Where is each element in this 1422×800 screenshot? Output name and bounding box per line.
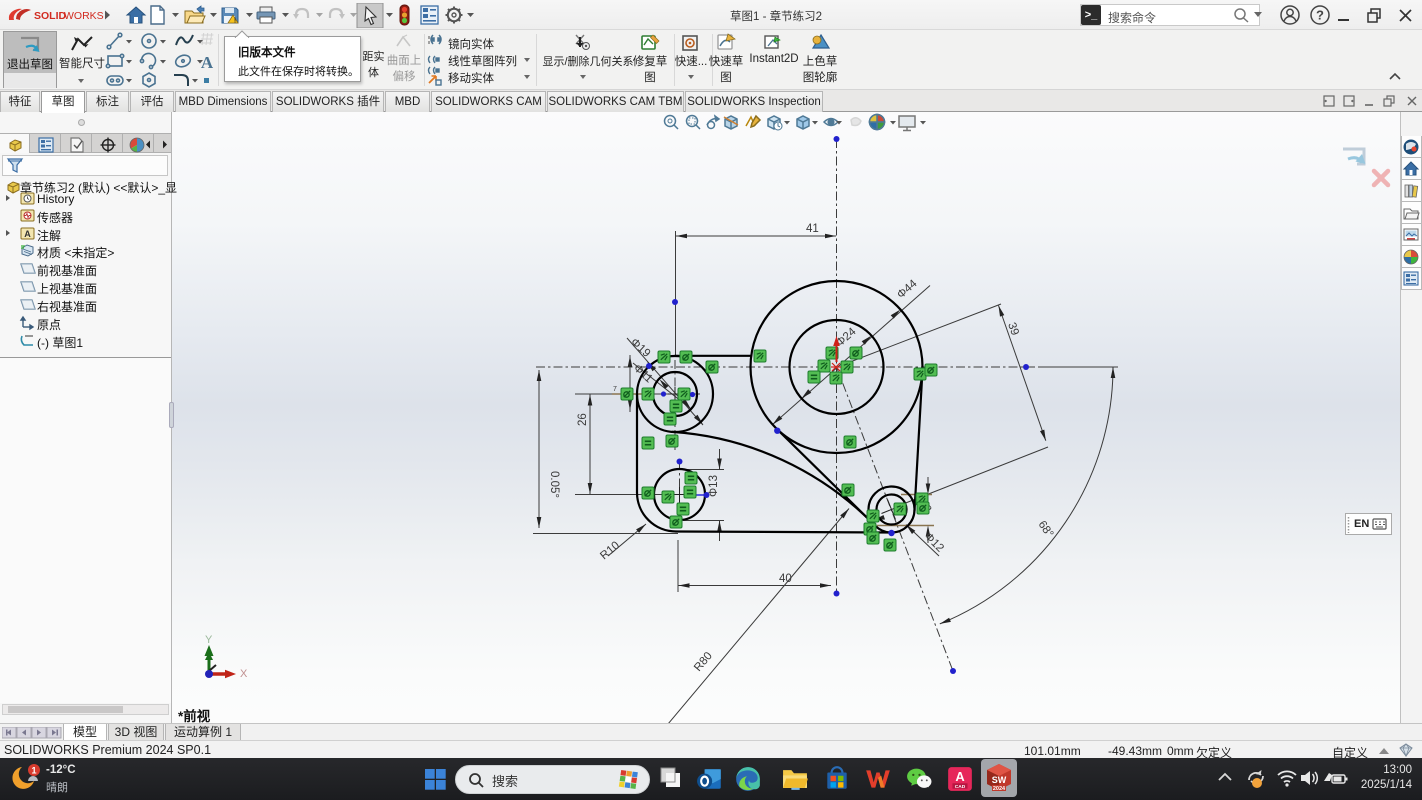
svg-text:X: X	[240, 668, 248, 680]
svg-text:CAD: CAD	[955, 784, 966, 790]
svg-text:SOLID: SOLID	[34, 10, 67, 22]
svg-text:SW: SW	[992, 775, 1007, 785]
svg-text:WORKS: WORKS	[64, 10, 104, 22]
svg-text:Y: Y	[205, 634, 213, 646]
svg-text:40: 40	[779, 573, 792, 585]
svg-text:!: !	[234, 18, 236, 25]
svg-text:7: 7	[613, 386, 617, 393]
svg-text:?: ?	[1316, 8, 1324, 23]
svg-text:2024: 2024	[993, 786, 1006, 792]
svg-text:Φ13: Φ13	[708, 475, 720, 497]
svg-text:A: A	[24, 229, 31, 239]
svg-text:R80: R80	[692, 650, 715, 674]
svg-text:Φ12: Φ12	[922, 531, 946, 555]
svg-text:0.05°: 0.05°	[548, 471, 560, 498]
svg-text:26: 26	[577, 413, 589, 426]
svg-text:A: A	[955, 769, 964, 784]
svg-text:39: 39	[1005, 321, 1021, 337]
svg-text:Φ19: Φ19	[628, 336, 652, 360]
svg-text:A: A	[201, 53, 214, 72]
svg-text:R10: R10	[598, 540, 622, 563]
svg-text:68°: 68°	[1036, 519, 1056, 540]
svg-text:*前视: *前视	[178, 708, 211, 723]
svg-text:1: 1	[31, 766, 36, 776]
svg-text:41: 41	[806, 223, 819, 235]
